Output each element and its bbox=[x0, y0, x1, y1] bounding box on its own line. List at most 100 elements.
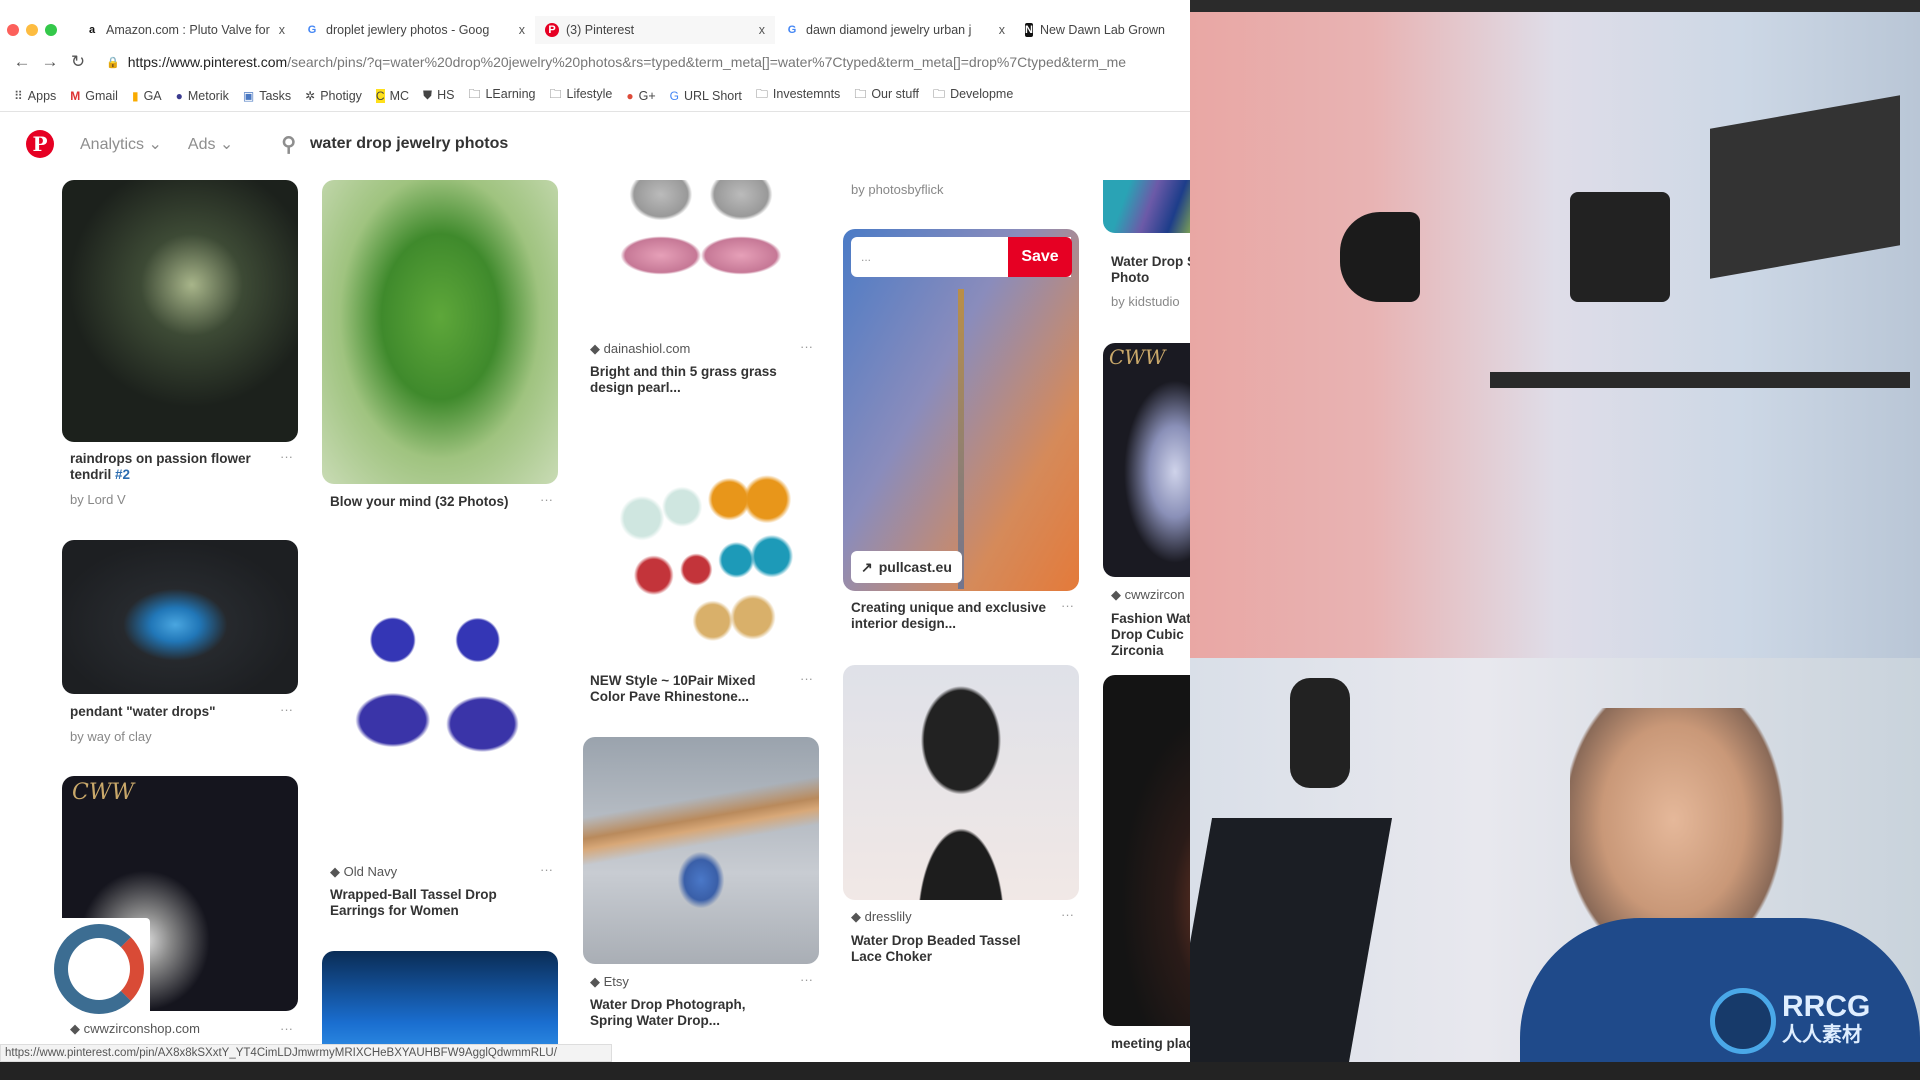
google-icon: G bbox=[787, 24, 797, 36]
pin-source[interactable]: ◆ cwwzircon bbox=[1111, 587, 1185, 603]
tab-pinterest[interactable]: P (3) Pinterest x bbox=[535, 16, 775, 44]
back-icon[interactable]: ← bbox=[8, 52, 36, 72]
pin-image-pendant[interactable] bbox=[62, 540, 298, 694]
search-input[interactable]: water drop jewelry photos bbox=[310, 135, 508, 153]
pinterest-header: P Analytics ⌄ Ads ⌄ ⚲ water drop jewelry … bbox=[0, 112, 1190, 176]
visit-link-button[interactable]: ↗ pullcast.eu bbox=[851, 551, 962, 583]
tag-icon: ◆ bbox=[851, 909, 865, 924]
ads-menu[interactable]: Ads ⌄ bbox=[188, 134, 233, 154]
pin-image-rhinestone-studs[interactable] bbox=[583, 465, 819, 655]
bookmark-apps[interactable]: ⠿ Apps bbox=[14, 89, 56, 103]
more-options-icon[interactable]: ··· bbox=[540, 492, 553, 507]
pin-title[interactable]: Blow your mind (32 Photos) bbox=[330, 494, 550, 510]
pin-attribution[interactable]: by kidstudio bbox=[1111, 294, 1180, 309]
pin-title[interactable]: Creating unique and exclusive interior d… bbox=[851, 600, 1066, 632]
close-window-button[interactable] bbox=[7, 24, 19, 36]
address-bar-row: ← → ↻ 🔒 https://www.pinterest.com/search… bbox=[0, 44, 1190, 80]
pin-title[interactable]: Water Drop Stock Photo bbox=[1111, 254, 1190, 286]
save-button[interactable]: Save bbox=[1008, 237, 1072, 277]
pin-image-raindrops[interactable] bbox=[62, 180, 298, 442]
pin-image-water-splash-hover[interactable]: ...⌄ Save ↗pullcast.eu bbox=[843, 229, 1079, 591]
browser-window: a Amazon.com : Pluto Valve for x Gdroplet … bbox=[0, 0, 1190, 1080]
google-icon: G bbox=[307, 24, 317, 36]
shield-icon: ⛊ bbox=[423, 88, 433, 102]
more-options-icon[interactable]: ··· bbox=[1061, 907, 1074, 922]
bookmark-gmail[interactable]: M Gmail bbox=[70, 89, 118, 103]
bookmark-learning[interactable]: 🗀 LEarning bbox=[468, 85, 535, 106]
pin-attribution[interactable]: by photosbyflick bbox=[851, 182, 944, 197]
apps-grid-icon: ⠿ bbox=[14, 88, 23, 103]
tag-icon: ◆ bbox=[590, 974, 604, 989]
pin-source[interactable]: ◆ Etsy bbox=[590, 974, 629, 990]
maximize-window-button[interactable] bbox=[45, 24, 57, 36]
bookmarks-bar: ⠿ Apps M Gmail ▮ GA ● Metorik ▣ Tasks ✲ Photig… bbox=[0, 80, 1190, 112]
tab-google-droplet[interactable]: Gdroplet jewlery photos - Goog x bbox=[295, 16, 535, 44]
pin-title[interactable]: Water Drop Beaded Tassel Lace Choker bbox=[851, 933, 1051, 965]
pin-title[interactable]: NEW Style ~ 10Pair Mixed Color Pave Rhin… bbox=[590, 673, 790, 705]
url-input[interactable]: https://www.pinterest.com/search/pins/?q… bbox=[128, 54, 1126, 70]
more-options-icon[interactable]: ··· bbox=[1061, 598, 1074, 613]
camera-aperture-logo bbox=[48, 918, 150, 1020]
pin-image-pearl-earrings[interactable] bbox=[583, 180, 819, 325]
bookmark-tasks[interactable]: ▣ Tasks bbox=[243, 89, 291, 103]
microphone bbox=[1290, 678, 1350, 788]
more-options-icon[interactable]: ··· bbox=[280, 1021, 293, 1036]
pin-attribution[interactable]: by way of clay bbox=[70, 729, 152, 744]
more-options-icon[interactable]: ··· bbox=[280, 449, 293, 464]
minimize-window-button[interactable] bbox=[26, 24, 38, 36]
bookmark-lifestyle[interactable]: 🗀 Lifestyle bbox=[550, 85, 613, 106]
tab-new-dawn[interactable]: N New Dawn Lab Grown bbox=[1015, 16, 1165, 44]
bookmark-investments[interactable]: 🗀 Investemnts bbox=[756, 85, 840, 106]
close-tab-icon[interactable]: x bbox=[519, 23, 525, 37]
search-bar[interactable]: ⚲ water drop jewelry photos bbox=[281, 132, 508, 157]
pin-image-water-drop-stock[interactable] bbox=[1103, 180, 1190, 233]
more-options-icon[interactable]: ··· bbox=[800, 671, 813, 686]
more-options-icon[interactable]: ··· bbox=[280, 702, 293, 717]
pin-source[interactable]: ◆ cwwzirconshop.com bbox=[70, 1021, 200, 1037]
bookmark-our-stuff[interactable]: 🗀 Our stuff bbox=[854, 85, 919, 106]
gmail-icon: M bbox=[70, 88, 81, 103]
pin-image-cww-zirconia[interactable]: CWW bbox=[1103, 343, 1190, 577]
pin-image-meeting-place[interactable] bbox=[1103, 675, 1190, 1026]
bookmark-gplus[interactable]: ● G+ bbox=[626, 89, 655, 103]
close-tab-icon[interactable]: x bbox=[759, 23, 765, 37]
pinterest-logo[interactable]: P bbox=[26, 130, 54, 158]
pin-source[interactable]: ◆ dainashiol.com bbox=[590, 341, 690, 357]
pin-image-lace-choker[interactable] bbox=[843, 665, 1079, 900]
more-options-icon[interactable]: ··· bbox=[540, 862, 553, 877]
mailchimp-icon: C bbox=[375, 88, 385, 103]
close-tab-icon[interactable]: x bbox=[999, 23, 1005, 37]
pin-source[interactable]: ◆ dresslily bbox=[851, 909, 912, 925]
more-options-icon[interactable]: ··· bbox=[800, 339, 813, 354]
bookmark-development[interactable]: 🗀 Developme bbox=[933, 85, 1013, 106]
pin-source[interactable]: ◆ Old Navy bbox=[330, 864, 397, 880]
bookmark-ga[interactable]: ▮ GA bbox=[132, 89, 162, 103]
pin-image-water-drop-branch[interactable] bbox=[583, 737, 819, 964]
tab-amazon[interactable]: a Amazon.com : Pluto Valve for x bbox=[75, 16, 295, 44]
tab-google-dawn[interactable]: Gdawn diamond jewelry urban jx bbox=[775, 16, 1015, 44]
reload-icon[interactable]: ↻ bbox=[64, 52, 92, 72]
pin-image-leaf[interactable] bbox=[322, 180, 558, 484]
bookmark-url-short[interactable]: G URL Short bbox=[670, 89, 742, 103]
bookmark-mc[interactable]: C MC bbox=[375, 88, 409, 103]
close-tab-icon[interactable]: x bbox=[279, 23, 285, 37]
google-icon: G bbox=[669, 88, 679, 103]
pin-title[interactable]: Fashion Water Drop Cubic Zirconia bbox=[1111, 611, 1190, 659]
pin-title[interactable]: raindrops on passion flower tendril #2 bbox=[70, 451, 270, 483]
bookmark-hs[interactable]: ⛊ HS bbox=[423, 88, 454, 103]
more-options-icon[interactable]: ··· bbox=[800, 972, 813, 987]
pin-title[interactable]: Bright and thin 5 grass grass design pea… bbox=[590, 364, 790, 396]
pin-title[interactable]: Wrapped-Ball Tassel Drop Earrings for Wo… bbox=[330, 887, 530, 919]
pin-title[interactable]: Water Drop Photograph, Spring Water Drop… bbox=[590, 997, 790, 1029]
chevron-down-icon: ⌄ bbox=[148, 136, 162, 153]
pin-title[interactable]: meeting place bbox=[1111, 1036, 1190, 1052]
analytics-menu[interactable]: Analytics ⌄ bbox=[80, 134, 162, 154]
bookmark-metorik[interactable]: ● Metorik bbox=[176, 89, 229, 103]
pin-attribution[interactable]: by Lord V bbox=[70, 492, 126, 507]
newdawn-icon: N bbox=[1025, 23, 1033, 37]
bookmark-photigy[interactable]: ✲ Photigy bbox=[305, 89, 362, 103]
forward-icon[interactable]: → bbox=[36, 52, 64, 72]
pin-title[interactable]: pendant "water drops" bbox=[70, 704, 270, 720]
rrcg-watermark-logo: RRCG 人人素材 bbox=[1710, 988, 1870, 1054]
pin-image-tassel-earrings[interactable] bbox=[322, 600, 558, 800]
